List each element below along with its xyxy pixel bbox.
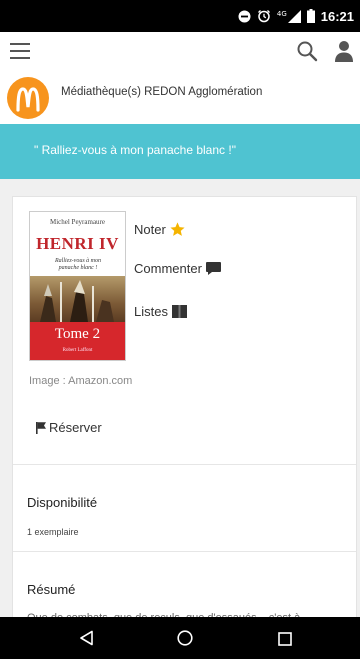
home-icon[interactable]: [177, 630, 193, 650]
library-name[interactable]: Médiathèque(s) REDON Agglomération: [61, 86, 262, 98]
cover-publisher: Robert Laffont: [62, 348, 93, 353]
book-icon: [171, 304, 188, 319]
navigation-bar: [0, 617, 360, 659]
banner-text: " Ralliez-vous à mon panache blanc !": [34, 143, 236, 157]
cover-author: Michel Peyramaure: [49, 218, 105, 226]
rate-button[interactable]: Noter: [134, 221, 186, 238]
flag-icon: [35, 421, 47, 434]
comment-button[interactable]: Commenter: [134, 261, 222, 276]
reserve-label: Réserver: [49, 420, 102, 435]
comment-icon: [205, 261, 222, 276]
library-header: Médiathèque(s) REDON Agglomération: [0, 72, 360, 124]
reserve-button[interactable]: Réserver: [35, 420, 102, 435]
cover-artwork: [30, 276, 125, 322]
user-icon[interactable]: [334, 40, 354, 62]
status-time: 16:21: [320, 8, 354, 24]
lists-label: Listes: [134, 304, 168, 319]
do-not-disturb-icon: [238, 10, 251, 23]
book-cover[interactable]: Michel Peyramaure HENRI IV Ralliez-vous …: [29, 211, 126, 361]
comment-label: Commenter: [134, 261, 202, 276]
book-card: Michel Peyramaure HENRI IV Ralliez-vous …: [12, 196, 357, 659]
summary-title[interactable]: Résumé: [27, 582, 75, 597]
availability-title[interactable]: Disponibilité: [27, 495, 97, 510]
app-bar: [0, 32, 360, 72]
hamburger-menu-icon[interactable]: [10, 43, 30, 59]
rate-label: Noter: [134, 222, 166, 237]
divider: [13, 464, 356, 465]
network-type: 4G: [276, 9, 287, 18]
quote-banner: " Ralliez-vous à mon panache blanc !": [0, 124, 360, 179]
alarm-icon: [257, 9, 271, 23]
availability-copies: 1 exemplaire: [27, 527, 79, 537]
recents-icon[interactable]: [278, 631, 292, 650]
star-icon: [169, 221, 186, 238]
cover-title: HENRI IV: [36, 234, 119, 253]
status-bar: 4G 16:21: [0, 0, 360, 32]
back-icon[interactable]: [79, 630, 95, 650]
signal-icon: 4G: [276, 9, 301, 23]
lists-button[interactable]: Listes: [134, 304, 188, 319]
search-icon[interactable]: [296, 40, 318, 62]
cover-tome: Tome 2: [54, 326, 101, 342]
library-logo[interactable]: [7, 77, 49, 119]
cover-subtitle: Ralliez-vous à mon panache blanc !: [55, 258, 101, 271]
image-credit: Image : Amazon.com: [29, 375, 133, 387]
divider: [13, 551, 356, 552]
battery-icon: [306, 9, 315, 23]
